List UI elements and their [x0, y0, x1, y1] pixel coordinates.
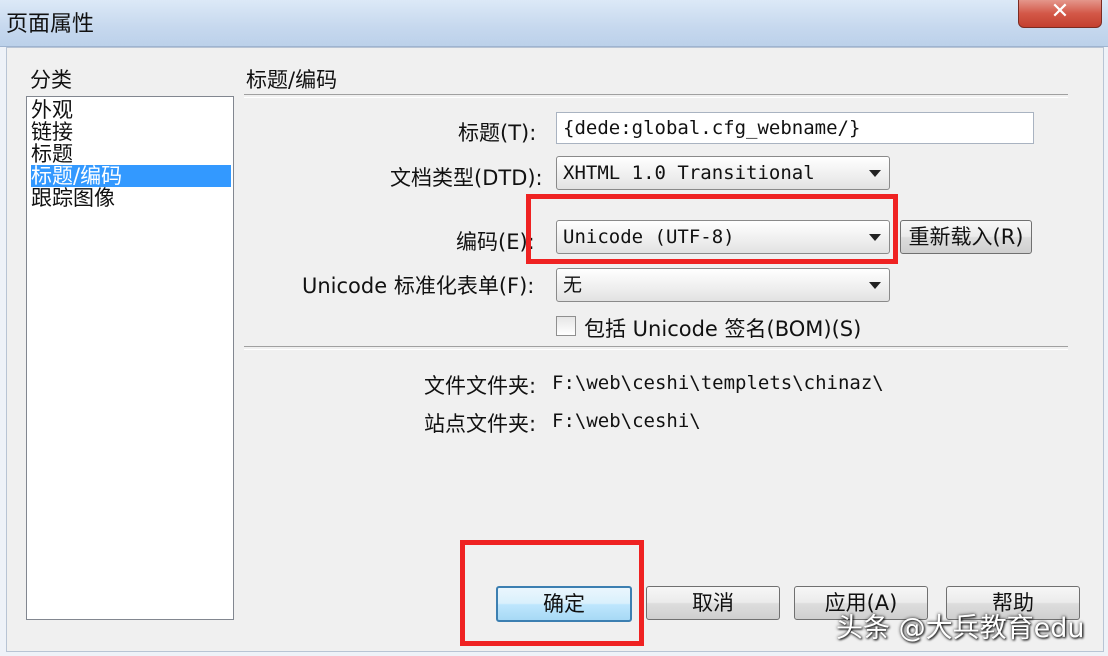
title-label: 标题(T): — [458, 121, 537, 145]
encoding-label: 编码(E): — [456, 230, 535, 254]
normalize-select[interactable]: 无 — [556, 268, 890, 302]
reload-button[interactable]: 重新载入(R) — [900, 220, 1032, 254]
watermark-text: 头条 @大兵教育edu — [836, 613, 1085, 644]
category-item-headings[interactable]: 标题 — [31, 143, 231, 165]
site-folder-label: 站点文件夹: — [424, 412, 537, 436]
chevron-down-icon — [869, 282, 881, 289]
category-item-links[interactable]: 链接 — [31, 121, 231, 143]
bom-checkbox[interactable] — [556, 316, 576, 336]
close-button[interactable]: ✕ — [1018, 0, 1102, 28]
doc-folder-label: 文件文件夹: — [424, 374, 537, 398]
category-list: 外观 链接 标题 标题/编码 跟踪图像 — [26, 96, 234, 620]
bom-checkbox-label[interactable]: 包括 Unicode 签名(BOM)(S) — [584, 313, 861, 343]
close-icon: ✕ — [1050, 0, 1070, 24]
section-divider — [244, 94, 1068, 98]
category-item-appearance[interactable]: 外观 — [31, 99, 231, 121]
highlight-box-encoding — [526, 194, 898, 264]
category-item-title-encoding[interactable]: 标题/编码 — [31, 165, 231, 187]
dialog-title-bar — [0, 0, 1108, 47]
dialog-title: 页面属性 — [6, 12, 95, 37]
normalize-label: Unicode 标准化表单(F): — [302, 274, 535, 298]
doctype-select[interactable]: XHTML 1.0 Transitional — [556, 156, 890, 190]
doctype-value: XHTML 1.0 Transitional — [563, 162, 815, 184]
category-header: 分类 — [30, 68, 72, 92]
normalize-value: 无 — [563, 274, 583, 296]
category-item-tracing-image[interactable]: 跟踪图像 — [31, 187, 231, 209]
doc-folder-value: F:\web\ceshi\templets\chinaz\ — [552, 372, 884, 394]
site-folder-value: F:\web\ceshi\ — [552, 410, 701, 432]
section-heading: 标题/编码 — [246, 68, 338, 92]
doctype-label: 文档类型(DTD): — [390, 166, 543, 190]
info-divider — [244, 346, 1068, 350]
chevron-down-icon — [869, 170, 881, 177]
title-input[interactable]: {dede:global.cfg_webname/} — [556, 112, 1034, 144]
cancel-button[interactable]: 取消 — [646, 586, 780, 620]
highlight-box-ok — [460, 540, 644, 646]
